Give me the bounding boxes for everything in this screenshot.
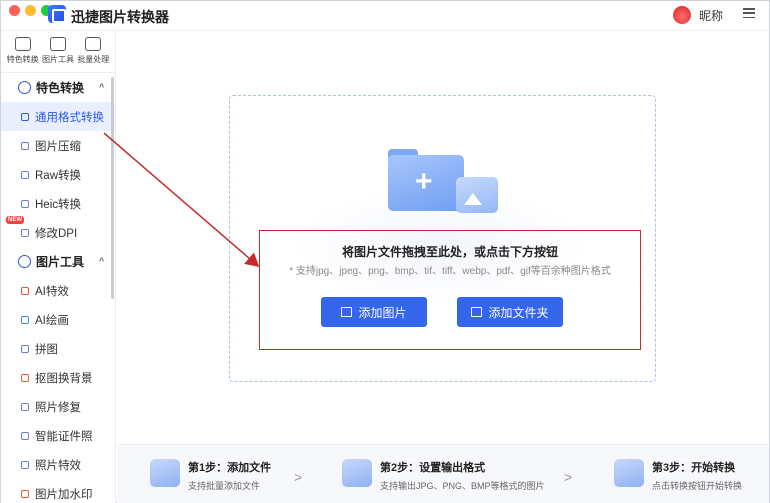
sidebar-item-label: AI特效 [35, 285, 69, 298]
chevron-up-icon: ^ [99, 82, 105, 92]
sidebar-item-compress[interactable]: 图片压缩 [1, 131, 115, 160]
add-folder-button[interactable]: 添加文件夹 [457, 297, 563, 327]
dropzone-subtitle: * 支持jpg、jpeg、png、bmp、tif、tiff、webp、pdf、g… [289, 266, 611, 277]
sidebar-scrollbar[interactable] [111, 77, 114, 299]
image-tool-icon [49, 37, 66, 51]
step-3: 第3步：开始转换 点击转换按钮开始转换 [614, 459, 742, 492]
convert-start-icon [614, 459, 644, 487]
format-convert-icon [21, 112, 29, 121]
step-title: 第3步：开始转换 [652, 462, 736, 474]
collage-icon [21, 344, 29, 353]
app-logo-icon [48, 5, 66, 23]
user-menu[interactable]: 昵称 [672, 6, 723, 24]
new-badge: NEW [6, 216, 24, 224]
avatar[interactable] [672, 6, 691, 24]
tab-label: 图片工具 [41, 55, 74, 64]
sidebar-item-photo-effect[interactable]: 照片特效 [1, 450, 115, 479]
step-title: 第2步：设置输出格式 [380, 462, 486, 474]
batch-icon [85, 37, 102, 51]
add-folder-label: 添加文件夹 [488, 305, 549, 320]
sidebar-item-id-photo[interactable]: 智能证件照 [1, 421, 115, 450]
highlight-box: 将图片文件拖拽至此处，或点击下方按钮 * 支持jpg、jpeg、png、bmp、… [259, 230, 641, 350]
group-label: 特色转换 [36, 81, 85, 95]
window-controls [9, 5, 52, 16]
watermark-icon [21, 489, 29, 498]
add-folder-illustration-icon: + [388, 149, 498, 213]
photo-repair-icon [21, 402, 29, 411]
feature-convert-icon [18, 81, 31, 94]
sidebar: 特色转换 图片工具 批量处理 特色转换 ^ 通用格式转换 图片压缩 Raw转换 … [1, 31, 116, 503]
sidebar-item-label: 照片特效 [35, 459, 81, 472]
sidebar-item-ai-effect[interactable]: AI特效 [1, 276, 115, 305]
sidebar-item-label: 照片修复 [35, 401, 81, 414]
close-window-button[interactable] [9, 5, 20, 16]
photo-effect-icon [21, 460, 29, 469]
image-tools-icon [18, 255, 31, 268]
add-image-button[interactable]: 添加图片 [321, 297, 427, 327]
sidebar-item-label: Raw转换 [35, 169, 82, 182]
step-desc: 支持批量添加文件 [188, 481, 261, 491]
sidebar-item-format-convert[interactable]: 通用格式转换 [1, 102, 115, 131]
tab-image-tools[interactable]: 图片工具 [42, 37, 74, 72]
sidebar-item-watermark[interactable]: 图片加水印 [1, 479, 115, 503]
sidebar-item-label: AI绘画 [35, 314, 69, 327]
sidebar-item-collage[interactable]: 拼图 [1, 334, 115, 363]
tab-label: 特色转换 [6, 55, 39, 64]
sidebar-item-dpi[interactable]: NEW 修改DPI [1, 216, 115, 247]
step-desc: 支持输出JPG、PNG、BMP等格式的图片 [380, 481, 545, 491]
tab-label: 批量处理 [77, 55, 110, 64]
sidebar-item-ai-paint[interactable]: AI绘画 [1, 305, 115, 334]
sidebar-item-label: 图片压缩 [35, 140, 81, 153]
sidebar-item-label: 抠图换背景 [35, 372, 93, 385]
step-1: 第1步：添加文件 支持批量添加文件 [150, 459, 271, 492]
sidebar-item-label: 拼图 [35, 343, 58, 356]
convert-icon [14, 37, 31, 51]
image-icon [341, 307, 353, 317]
sidebar-item-label: 智能证件照 [35, 430, 93, 443]
sidebar-item-label: 图片加水印 [35, 488, 93, 501]
dpi-icon [21, 228, 29, 237]
app-window: 迅捷图片转换器 昵称 特色转换 图片工具 批量处理 特色转换 ^ 通用格式转换 … [0, 0, 770, 503]
chevron-right-icon: > [294, 469, 303, 485]
chevron-up-icon: ^ [99, 256, 105, 266]
add-file-icon [150, 459, 180, 487]
ai-paint-icon [21, 315, 29, 324]
main-panel: + 将图片文件拖拽至此处，或点击下方按钮 * 支持jpg、jpeg、png、bm… [117, 31, 769, 503]
ai-effect-icon [21, 286, 29, 295]
step-2: 第2步：设置输出格式 支持输出JPG、PNG、BMP等格式的图片 [342, 459, 545, 492]
sidebar-nav: 特色转换 ^ 通用格式转换 图片压缩 Raw转换 Heic转换 NEW 修改DP… [1, 73, 115, 503]
sidebar-item-heic[interactable]: Heic转换 [1, 189, 115, 218]
settings-icon [342, 459, 372, 487]
hamburger-menu-icon[interactable] [743, 8, 755, 18]
tab-batch[interactable]: 批量处理 [77, 37, 109, 72]
chevron-right-icon: > [564, 469, 573, 485]
step-desc: 点击转换按钮开始转换 [652, 481, 743, 491]
id-photo-icon [21, 431, 29, 440]
add-image-label: 添加图片 [358, 305, 407, 320]
folder-plus-icon [471, 307, 483, 317]
cutout-icon [21, 373, 29, 382]
raw-icon [21, 170, 29, 179]
minimize-window-button[interactable] [25, 5, 36, 16]
dropzone-title: 将图片文件拖拽至此处，或点击下方按钮 [341, 245, 558, 259]
sidebar-item-label: 修改DPI [35, 227, 78, 240]
title-bar: 迅捷图片转换器 昵称 [1, 1, 769, 31]
heic-icon [21, 199, 29, 208]
sidebar-item-photo-repair[interactable]: 照片修复 [1, 392, 115, 421]
tab-feature-convert[interactable]: 特色转换 [7, 37, 39, 72]
compress-icon [21, 141, 29, 150]
app-title: 迅捷图片转换器 [71, 9, 169, 25]
sidebar-item-cutout[interactable]: 抠图换背景 [1, 363, 115, 392]
sidebar-group-feature-convert[interactable]: 特色转换 ^ [1, 73, 115, 102]
sidebar-item-label: Heic转换 [35, 198, 82, 211]
sidebar-item-label: 通用格式转换 [35, 111, 104, 124]
group-label: 图片工具 [36, 255, 85, 269]
sidebar-group-image-tools[interactable]: 图片工具 ^ [1, 247, 115, 276]
steps-bar: 第1步：添加文件 支持批量添加文件 > 第2步：设置输出格式 支持输出JPG、P… [117, 444, 769, 503]
user-name[interactable]: 昵称 [699, 7, 723, 24]
top-tool-tabs: 特色转换 图片工具 批量处理 [1, 31, 115, 73]
sidebar-item-raw[interactable]: Raw转换 [1, 160, 115, 189]
step-title: 第1步：添加文件 [188, 462, 272, 474]
